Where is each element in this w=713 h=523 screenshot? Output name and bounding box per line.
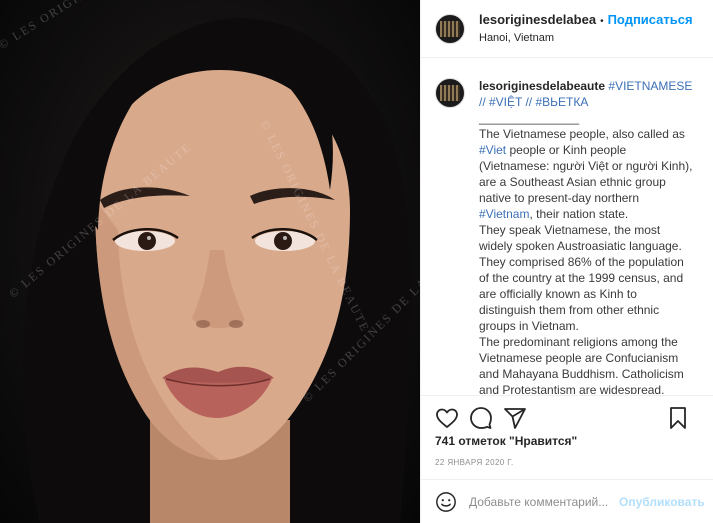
comment-bar: Опубликовать — [421, 479, 713, 523]
caption-paragraph: people or Kinh people (Vietnamese: người… — [479, 143, 693, 205]
bookmark-icon[interactable] — [666, 406, 690, 430]
caption-separator: _______________ — [479, 111, 580, 125]
caption-area: lesoriginesdelabeaute #VIETNAMESE // #VI… — [421, 58, 713, 394]
location-link[interactable]: Hanoi, Vietnam — [479, 30, 693, 46]
post-side-panel: lesoriginesdelabea • Подписаться Hanoi, Vi… — [420, 0, 713, 523]
hashtag-link[interactable]: #Vietnam — [479, 207, 529, 221]
post-actions — [421, 395, 713, 437]
caption-username-link[interactable]: lesoriginesdelabeaute — [479, 79, 605, 93]
caption-paragraph: The predominant religions among the Viet… — [479, 335, 684, 394]
caption-paragraph: They speak Vietnamese, the most widely s… — [479, 223, 684, 333]
heart-icon[interactable] — [435, 406, 459, 430]
smiley-icon[interactable] — [435, 491, 457, 513]
caption-paragraph: , their nation state. — [529, 207, 629, 221]
post-header: lesoriginesdelabea • Подписаться Hanoi, Vi… — [421, 0, 713, 58]
comment-input[interactable] — [469, 494, 615, 509]
separator-dot: • — [600, 15, 604, 27]
avatar[interactable] — [435, 13, 465, 44]
hashtag-link[interactable]: #VIETNAMESE — [608, 79, 692, 93]
comment-icon[interactable] — [469, 406, 493, 430]
caption-text: lesoriginesdelabeaute #VIETNAMESE // #VI… — [479, 78, 695, 394]
username-link[interactable]: lesoriginesdelabea — [479, 12, 596, 27]
follow-button[interactable]: Подписаться — [608, 12, 693, 27]
likes-count[interactable]: 741 отметок "Нравится" — [435, 434, 577, 448]
avatar[interactable] — [435, 78, 465, 108]
caption-paragraph: The Vietnamese people, also called as — [479, 127, 685, 141]
post-photo[interactable]: © LES ORIGINES DE LA BEAUTE © LES ORIGIN… — [0, 0, 420, 523]
post-comment-button[interactable]: Опубликовать — [619, 495, 705, 509]
hashtag-link[interactable]: // #VIỆT // #ВЬЕТКА — [479, 95, 588, 109]
post-date[interactable]: 22 ЯНВАРЯ 2020 Г. — [435, 458, 514, 467]
hashtag-link[interactable]: #Viet — [479, 143, 506, 157]
paper-plane-icon[interactable] — [503, 406, 527, 430]
